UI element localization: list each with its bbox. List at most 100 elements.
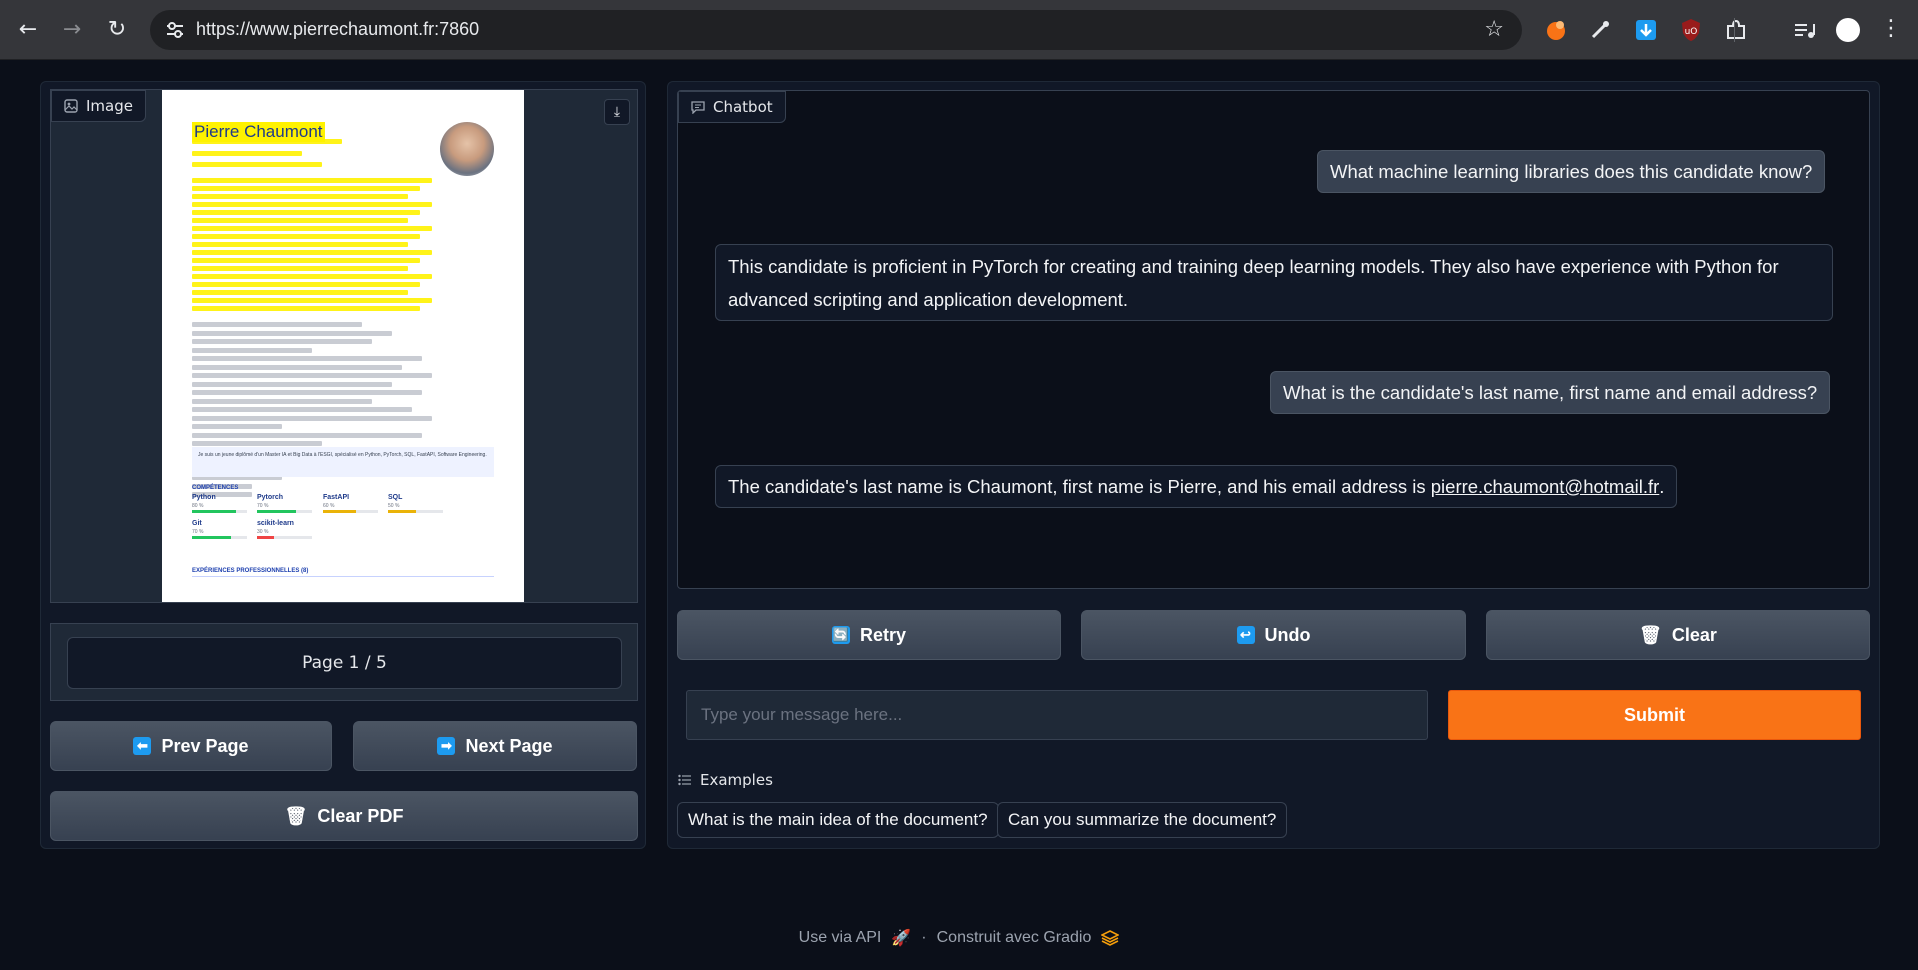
cv-page-preview: Pierre Chaumont Je suis un jeune diplômé… (162, 90, 524, 602)
bot-message: The candidate's last name is Chaumont, f… (715, 465, 1678, 508)
puzzle-extensions-icon[interactable] (1722, 16, 1750, 44)
page-indicator-box: Page 1 / 5 (50, 623, 638, 701)
ublock-icon[interactable]: uO (1677, 16, 1705, 44)
chat-bubble-icon (691, 101, 705, 114)
bot-message-text-line1: This candidate is proficient in PyTorch … (728, 255, 1779, 277)
site-settings-icon[interactable] (164, 19, 186, 41)
address-bar[interactable]: https://www.pierrechaumont.fr:7860 ☆ (150, 10, 1522, 50)
url-text[interactable]: https://www.pierrechaumont.fr:7860 (196, 19, 479, 40)
download-extension-icon[interactable] (1632, 16, 1660, 44)
clear-pdf-label: Clear PDF (317, 805, 404, 826)
use-via-api-link[interactable]: Use via API (799, 929, 882, 947)
cv-divider (192, 576, 494, 577)
cv-skill-name: FastAPI (323, 494, 350, 501)
cv-skill-name: scikit-learn (257, 520, 294, 527)
gradio-logo-icon (1101, 930, 1120, 946)
cv-text-line (192, 424, 282, 429)
media-controls-icon[interactable] (1790, 16, 1818, 44)
built-with-gradio-link[interactable]: Construit avec Gradio (937, 929, 1092, 947)
cv-text-line (192, 441, 322, 446)
cv-skill-bar-fill (257, 510, 296, 513)
message-input[interactable] (686, 690, 1428, 740)
examples-header: Examples (678, 771, 773, 789)
back-arrow-icon[interactable]: ← (12, 14, 44, 46)
cv-text-line (192, 330, 392, 336)
email-link[interactable]: pierre.chaumont@hotmail.fr (1431, 470, 1660, 503)
retry-label: Retry (859, 624, 907, 645)
list-icon (678, 774, 691, 786)
cv-text-line (192, 347, 312, 353)
cv-skill-name: Git (192, 520, 202, 527)
cv-skill-level: 60 % (323, 503, 335, 509)
undo-button[interactable]: ↩ Undo (1081, 610, 1466, 660)
example-button[interactable]: What is the main idea of the document? (677, 802, 999, 838)
user-message: What is the candidate's last name, first… (1270, 371, 1831, 414)
next-page-button[interactable]: ➡ Next Page (353, 721, 637, 771)
cv-skill-bar-fill (257, 536, 274, 539)
prev-page-button[interactable]: ⬅ Prev Page (50, 721, 332, 771)
page-indicator: Page 1 / 5 (67, 637, 622, 689)
bot-message-suffix: . (1659, 476, 1665, 497)
cv-photo (440, 122, 494, 176)
cv-text-line (192, 210, 420, 215)
reload-icon[interactable]: ↻ (101, 14, 133, 46)
undo-icon: ↩ (1236, 626, 1255, 644)
wastebasket-icon: 🗑 (1639, 624, 1662, 645)
cv-text-line (192, 242, 408, 247)
cv-text-line (192, 218, 408, 223)
user-message-text: What is the candidate's last name, first… (1283, 382, 1818, 403)
user-message: What machine learning libraries does thi… (1317, 150, 1826, 193)
image-label: Image (86, 97, 133, 115)
profile-avatar[interactable] (1836, 18, 1860, 42)
toolbar-divider (1734, 18, 1735, 42)
cv-text-line (192, 274, 432, 279)
clear-pdf-button[interactable]: 🗑 Clear PDF (50, 791, 638, 841)
undo-label: Undo (1264, 624, 1311, 645)
cv-text-line (192, 151, 302, 156)
wastebasket-icon: 🗑 (284, 805, 308, 826)
cv-text-line (192, 290, 408, 295)
color-picker-icon[interactable] (1586, 16, 1614, 44)
cv-text-line (192, 373, 432, 378)
svg-text:uO: uO (1685, 27, 1698, 37)
cv-skill-name: Pytorch (257, 494, 284, 501)
chatbot-label: Chatbot (713, 98, 773, 116)
cv-skill-bar-fill (192, 510, 236, 513)
retry-icon: 🔄 (831, 626, 850, 644)
download-button[interactable]: ⤓ (604, 99, 630, 125)
cv-text-line (192, 162, 322, 167)
example-button[interactable]: Can you summarize the document? (997, 802, 1288, 838)
cv-text-line (192, 139, 342, 144)
cv-text-line (192, 339, 372, 344)
submit-button[interactable]: Submit (1448, 690, 1861, 740)
retry-button[interactable]: 🔄 Retry (677, 610, 1061, 660)
left-arrow-icon: ⬅ (133, 737, 152, 755)
extension-orange-icon[interactable] (1542, 16, 1570, 44)
chatbot-window: Chatbot What machine learning libraries … (677, 90, 1870, 589)
clear-chat-button[interactable]: 🗑 Clear (1486, 610, 1870, 660)
cv-text-line (192, 266, 408, 271)
rocket-icon: 🚀 (891, 930, 912, 947)
more-menu-icon[interactable]: ⋮ (1880, 14, 1902, 46)
cv-skill-bar-fill (192, 536, 231, 539)
cv-skill-level: 50 % (388, 503, 400, 509)
cv-text-line (192, 186, 420, 191)
browser-toolbar: ← → ↻ https://www.pierrechaumont.fr:7860… (0, 0, 1918, 60)
examples-label: Examples (700, 771, 773, 789)
cv-text-line (192, 398, 372, 404)
cv-text-line (192, 390, 422, 395)
prev-page-label: Prev Page (161, 735, 249, 756)
bookmark-star-icon[interactable]: ☆ (1484, 17, 1504, 42)
cv-text-line (192, 282, 420, 287)
cv-text-line (192, 226, 432, 231)
cv-text-line (192, 407, 412, 412)
cv-text-line (192, 432, 422, 438)
footer-separator: · (921, 929, 927, 946)
user-message-text: What machine learning libraries does thi… (1330, 161, 1813, 182)
cv-skill-level: 70 % (257, 503, 269, 509)
cv-skill-level: 70 % (192, 529, 204, 535)
forward-arrow-icon[interactable]: → (56, 14, 88, 46)
cv-skill-bar-fill (323, 510, 356, 513)
right-arrow-icon: ➡ (437, 737, 456, 755)
bot-message: This candidate is proficient in PyTorch … (715, 244, 1833, 321)
